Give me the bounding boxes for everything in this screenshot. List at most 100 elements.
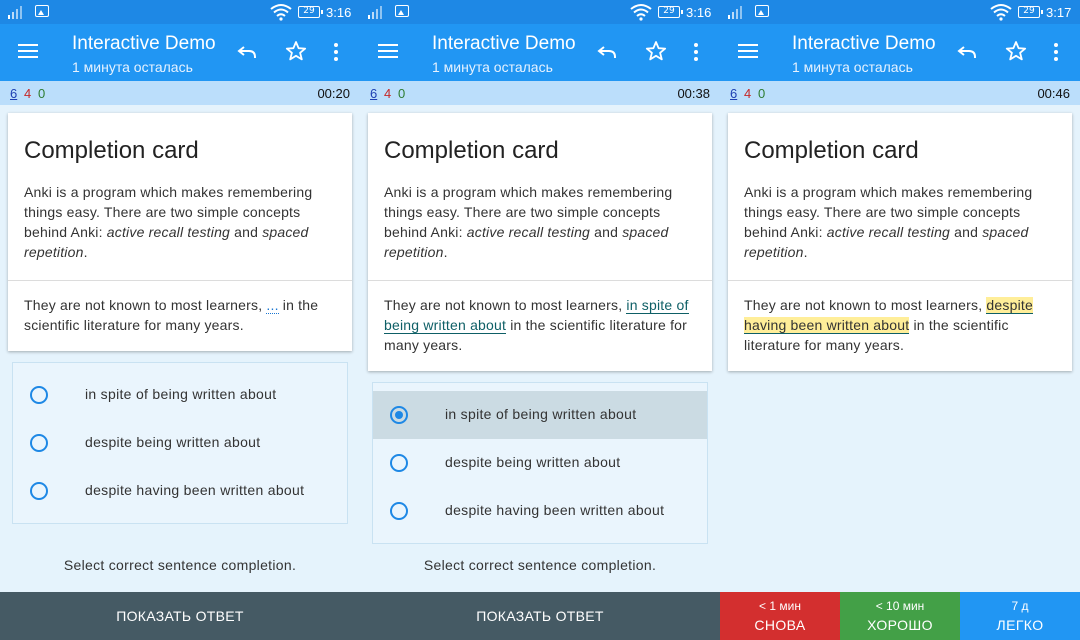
app-bar: Interactive Demo 1 минута осталась xyxy=(0,24,360,81)
hint-text: Select correct sentence completion. xyxy=(423,557,657,573)
hint-text: Select correct sentence completion. xyxy=(63,557,297,573)
review-count: 0 xyxy=(758,86,766,101)
radio-button[interactable] xyxy=(390,502,408,520)
time-remaining: 1 минута осталась xyxy=(72,59,193,75)
radio-button[interactable] xyxy=(30,482,48,500)
screen-selected: 29 3:16 Interactive Demo 1 минута остала… xyxy=(360,0,720,640)
card-front: Completion card Anki is a program which … xyxy=(8,113,352,281)
menu-icon[interactable] xyxy=(378,44,398,58)
screen-question: 29 3:16 Interactive Demo 1 минута остала… xyxy=(0,0,360,640)
card-description: Anki is a program which makes rememberin… xyxy=(744,184,1033,260)
battery-icon: 29 xyxy=(298,6,323,18)
option-item-selected[interactable]: in spite of being written about xyxy=(373,391,707,439)
app-bar: Interactive Demo 1 минута осталась xyxy=(720,24,1080,81)
star-icon[interactable] xyxy=(284,39,308,63)
easy-button[interactable]: 7 д ЛЕГКО xyxy=(960,592,1080,640)
radio-button[interactable] xyxy=(30,434,48,452)
easy-label: ЛЕГКО xyxy=(996,617,1044,633)
status-bar: 29 3:16 xyxy=(0,0,360,24)
easy-interval: 7 д xyxy=(1011,599,1029,613)
clock: 3:16 xyxy=(686,5,712,20)
card-counts-bar: 6 4 0 00:20 xyxy=(0,81,360,105)
cloze-blank: ... xyxy=(266,297,279,314)
review-count: 0 xyxy=(38,86,46,101)
card-title: Completion card xyxy=(24,137,199,164)
card-description: Anki is a program which makes rememberin… xyxy=(384,184,673,260)
radio-button[interactable] xyxy=(390,454,408,472)
card-front: Completion card Anki is a program which … xyxy=(728,113,1072,281)
undo-icon[interactable] xyxy=(235,40,259,64)
undo-icon[interactable] xyxy=(955,40,979,64)
good-label: ХОРОШО xyxy=(867,617,933,633)
undo-icon[interactable] xyxy=(595,40,619,64)
clock: 3:16 xyxy=(326,5,352,20)
card-counts-bar: 6 4 0 00:46 xyxy=(720,81,1080,105)
card-timer: 00:46 xyxy=(1037,86,1070,101)
more-options-icon[interactable] xyxy=(692,42,700,62)
card: Completion card Anki is a program which … xyxy=(368,113,712,371)
cloze-sentence: They are not known to most learners, des… xyxy=(744,297,1033,353)
card-timer: 00:20 xyxy=(317,86,350,101)
option-item[interactable]: in spite of being written about xyxy=(13,371,347,419)
battery-icon: 29 xyxy=(1018,6,1043,18)
star-icon[interactable] xyxy=(1004,39,1028,63)
time-remaining: 1 минута осталась xyxy=(432,59,553,75)
deck-title: Interactive Demo xyxy=(72,33,216,54)
deck-title: Interactive Demo xyxy=(792,33,936,54)
status-bar: 29 3:17 xyxy=(720,0,1080,24)
app-bar: Interactive Demo 1 минута осталась xyxy=(360,24,720,81)
time-remaining: 1 минута осталась xyxy=(792,59,913,75)
option-item[interactable]: despite having been written about xyxy=(13,467,347,515)
learn-count: 4 xyxy=(384,86,392,101)
clock: 3:17 xyxy=(1046,5,1072,20)
card-front: Completion card Anki is a program which … xyxy=(368,113,712,281)
answer-options: in spite of being written about despite … xyxy=(372,382,708,544)
cloze-sentence: They are not known to most learners, ...… xyxy=(24,297,319,333)
image-notification-icon xyxy=(35,5,49,17)
card: Completion card Anki is a program which … xyxy=(8,113,352,351)
good-button[interactable]: < 10 мин ХОРОШО xyxy=(840,592,960,640)
wifi-icon xyxy=(990,4,1012,21)
card-timer: 00:38 xyxy=(677,86,710,101)
signal-icon xyxy=(728,6,742,19)
good-interval: < 10 мин xyxy=(875,599,925,613)
image-notification-icon xyxy=(755,5,769,17)
option-item[interactable]: despite having been written about xyxy=(373,487,707,535)
again-label: СНОВА xyxy=(754,617,806,633)
menu-icon[interactable] xyxy=(738,44,758,58)
cloze-sentence: They are not known to most learners, in … xyxy=(384,297,689,353)
card-title: Completion card xyxy=(744,137,919,164)
more-options-icon[interactable] xyxy=(1052,42,1060,62)
card-counts-bar: 6 4 0 00:38 xyxy=(360,81,720,105)
deck-title: Interactive Demo xyxy=(432,33,576,54)
wifi-icon xyxy=(630,4,652,21)
radio-button[interactable] xyxy=(30,386,48,404)
more-options-icon[interactable] xyxy=(332,42,340,62)
battery-icon: 29 xyxy=(658,6,683,18)
new-count: 6 xyxy=(730,86,738,101)
learn-count: 4 xyxy=(24,86,32,101)
show-answer-button[interactable]: ПОКАЗАТЬ ОТВЕТ xyxy=(360,592,720,640)
review-count: 0 xyxy=(398,86,406,101)
new-count: 6 xyxy=(10,86,18,101)
show-answer-button[interactable]: ПОКАЗАТЬ ОТВЕТ xyxy=(0,592,360,640)
screen-answer: 29 3:17 Interactive Demo 1 минута остала… xyxy=(720,0,1080,640)
card-title: Completion card xyxy=(384,137,559,164)
wifi-icon xyxy=(270,4,292,21)
menu-icon[interactable] xyxy=(18,44,38,58)
option-item[interactable]: despite being written about xyxy=(13,419,347,467)
card: Completion card Anki is a program which … xyxy=(728,113,1072,371)
signal-icon xyxy=(368,6,382,19)
answer-options: in spite of being written about despite … xyxy=(12,362,348,524)
card-description: Anki is a program which makes rememberin… xyxy=(24,184,313,260)
status-bar: 29 3:16 xyxy=(360,0,720,24)
again-interval: < 1 мин xyxy=(759,599,801,613)
new-count: 6 xyxy=(370,86,378,101)
learn-count: 4 xyxy=(744,86,752,101)
star-icon[interactable] xyxy=(644,39,668,63)
image-notification-icon xyxy=(395,5,409,17)
signal-icon xyxy=(8,6,22,19)
option-item[interactable]: despite being written about xyxy=(373,439,707,487)
again-button[interactable]: < 1 мин СНОВА xyxy=(720,592,840,640)
radio-button-checked[interactable] xyxy=(390,406,408,424)
